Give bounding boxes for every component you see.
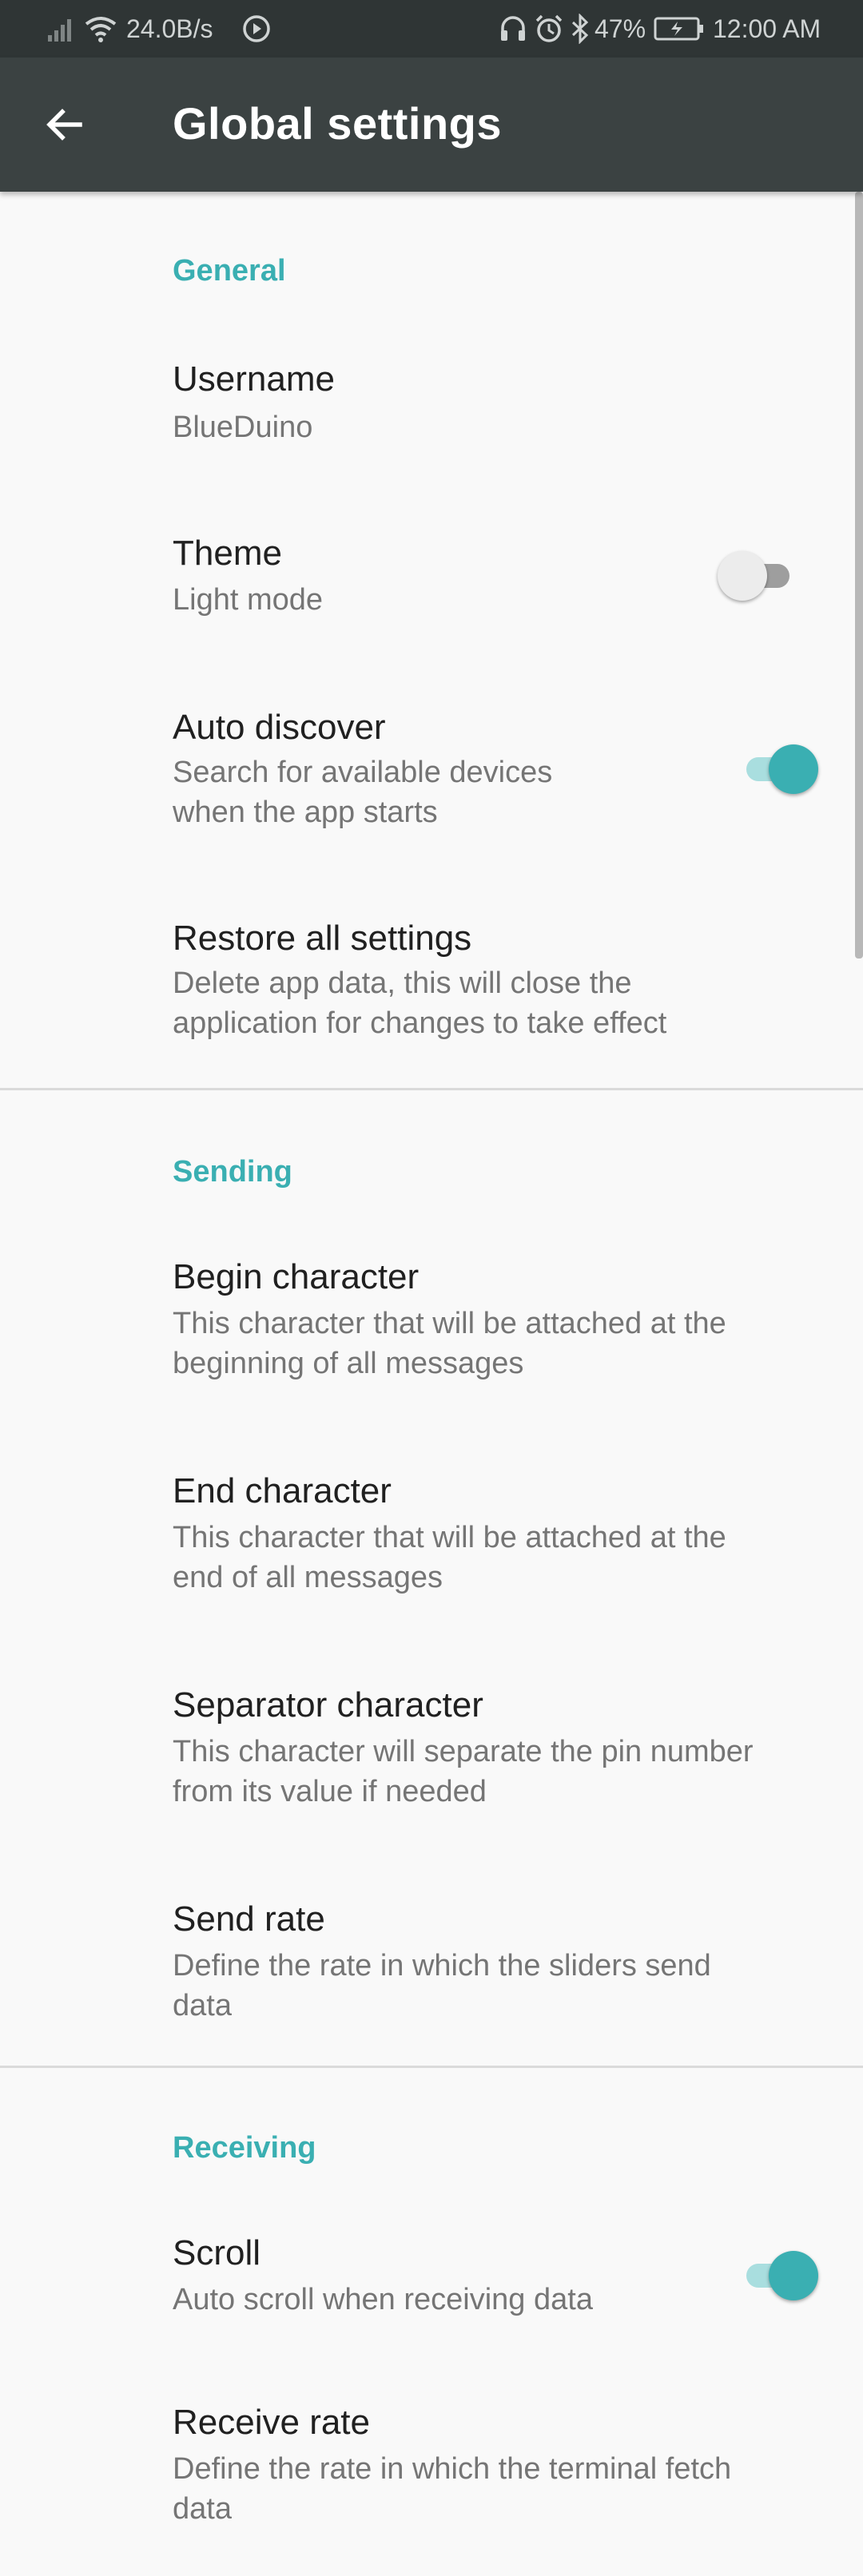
pref-end-character[interactable]: End character This character that will b… bbox=[0, 1460, 863, 1636]
pref-title: Scroll bbox=[173, 2233, 261, 2272]
pref-summary: Define the rate in which the sliders sen… bbox=[173, 1949, 711, 2022]
section-header-sending: Sending bbox=[173, 1155, 292, 1189]
pref-title: Send rate bbox=[173, 1899, 325, 1939]
battery-percent: 47% bbox=[595, 14, 646, 43]
pref-auto-discover[interactable]: Auto discover Search for available devic… bbox=[0, 695, 863, 855]
divider bbox=[0, 1088, 863, 1090]
pref-username[interactable]: Username BlueDuino bbox=[0, 343, 863, 479]
pref-receive-rate[interactable]: Receive rate Define the rate in which th… bbox=[0, 2396, 863, 2572]
battery-charging-icon bbox=[654, 13, 705, 45]
section-header-receiving: Receiving bbox=[173, 2131, 316, 2165]
signal-icon bbox=[46, 13, 75, 45]
page-title: Global settings bbox=[173, 98, 502, 149]
auto-discover-switch[interactable] bbox=[735, 743, 818, 794]
clock: 12:00 AM bbox=[713, 14, 821, 43]
back-button[interactable] bbox=[32, 93, 96, 157]
alarm-icon bbox=[534, 13, 564, 45]
pref-title: Begin character bbox=[173, 1257, 420, 1296]
pref-title: Theme bbox=[173, 534, 282, 573]
sync-icon bbox=[241, 13, 272, 45]
pref-title: Receive rate bbox=[173, 2403, 371, 2442]
net-speed: 24.0B/s bbox=[126, 14, 213, 43]
pref-summary: Define the rate in which the terminal fe… bbox=[173, 2452, 732, 2526]
wifi-icon bbox=[83, 13, 118, 45]
pref-title: Restore all settings bbox=[173, 919, 472, 958]
pref-summary: Search for available devices when the ap… bbox=[173, 756, 553, 829]
pref-title: Username bbox=[173, 359, 335, 399]
switch-thumb bbox=[718, 551, 767, 601]
scroll-switch[interactable] bbox=[735, 2249, 818, 2300]
pref-title: Separator character bbox=[173, 1685, 483, 1725]
app-bar: Global settings bbox=[0, 58, 863, 192]
arrow-back-icon bbox=[46, 109, 82, 141]
pref-summary: Auto scroll when receiving data bbox=[173, 2283, 593, 2316]
divider bbox=[0, 2066, 863, 2068]
section-header-general: General bbox=[173, 254, 286, 288]
pref-summary: This character that will be attached at … bbox=[173, 1307, 726, 1380]
switch-thumb bbox=[769, 2251, 818, 2300]
pref-title: Auto discover bbox=[173, 708, 386, 747]
pref-send-rate[interactable]: Send rate Define the rate in which the s… bbox=[0, 1888, 863, 2064]
pref-title: End character bbox=[173, 1471, 392, 1510]
pref-summary: Delete app data, this will close the app… bbox=[173, 966, 667, 1040]
pref-summary: This character will separate the pin num… bbox=[173, 1735, 754, 1808]
pref-scroll[interactable]: Scroll Auto scroll when receiving data bbox=[0, 2221, 863, 2340]
status-bar: 24.0B/s 47% 12:00 AM bbox=[0, 0, 863, 58]
bluetooth-icon bbox=[571, 13, 590, 45]
pref-begin-character[interactable]: Begin character This character that will… bbox=[0, 1246, 863, 1422]
pref-separator-character[interactable]: Separator character This character will … bbox=[0, 1674, 863, 1850]
theme-switch[interactable] bbox=[718, 550, 801, 601]
headphones-icon bbox=[499, 13, 527, 45]
pref-restore-settings[interactable]: Restore all settings Delete app data, th… bbox=[0, 911, 863, 1070]
pref-theme[interactable]: Theme Light mode bbox=[0, 519, 863, 639]
pref-summary: BlueDuino bbox=[173, 411, 313, 444]
pref-summary: This character that will be attached at … bbox=[173, 1521, 726, 1594]
switch-thumb bbox=[769, 744, 818, 794]
